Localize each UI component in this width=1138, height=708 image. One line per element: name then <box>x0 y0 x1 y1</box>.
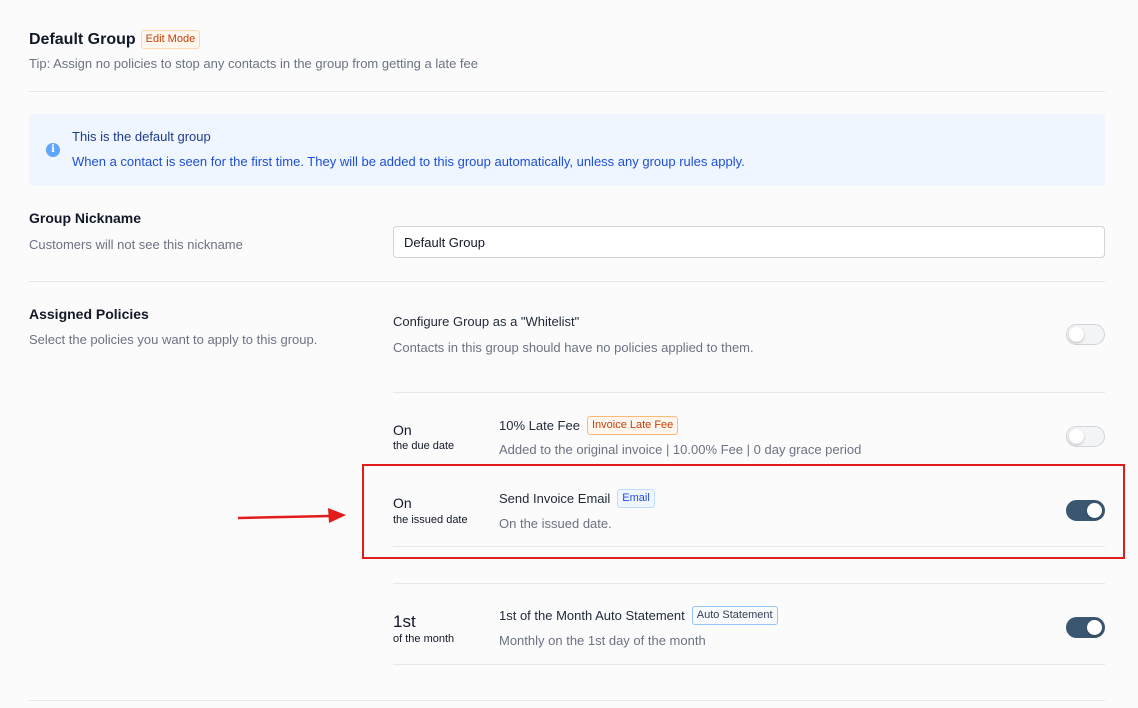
toggle-knob <box>1069 327 1084 342</box>
group-settings-page: Default Group Edit Mode Tip: Assign no p… <box>0 0 1138 708</box>
page-title: Default Group <box>29 30 136 48</box>
page-tip: Tip: Assign no policies to stop any cont… <box>29 56 479 71</box>
policy-description: Added to the original invoice | 10.00% F… <box>499 442 862 457</box>
policy-name: 10% Late Fee <box>499 418 580 433</box>
whitelist-description: Contacts in this group should have no po… <box>393 340 754 355</box>
policy-title-row: 1st of the Month Auto Statement Auto Sta… <box>499 606 778 625</box>
info-text: When a contact is seen for the first tim… <box>72 154 745 169</box>
info-icon: i <box>46 143 60 157</box>
nickname-section-description: Customers will not see this nickname <box>29 237 243 252</box>
default-group-info-banner: i This is the default group When a conta… <box>29 114 1105 186</box>
annotation-highlight-box <box>362 464 1125 559</box>
edit-mode-badge: Edit Mode <box>140 30 201 49</box>
policies-section-title: Assigned Policies <box>29 306 149 322</box>
late-fee-policy-toggle[interactable] <box>1066 426 1105 447</box>
policy-divider <box>393 664 1105 665</box>
group-nickname-input[interactable] <box>393 226 1105 258</box>
policy-timing: On <box>393 422 412 438</box>
nickname-section-title: Group Nickname <box>29 210 142 226</box>
policies-section-description: Select the policies you want to apply to… <box>29 332 318 347</box>
nickname-divider <box>29 281 1105 282</box>
header-divider <box>29 91 1105 92</box>
policy-timing: 1st <box>393 612 416 631</box>
policy-timing-sub: the due date <box>393 440 455 452</box>
toggle-knob <box>1087 620 1102 635</box>
policy-timing-sub: of the month <box>393 633 455 645</box>
whitelist-divider <box>393 392 1105 393</box>
auto-statement-toggle[interactable] <box>1066 617 1105 638</box>
info-title: This is the default group <box>72 129 211 144</box>
annotation-arrow-icon <box>237 508 346 523</box>
policy-title-row: 10% Late Fee Invoice Late Fee <box>499 416 679 435</box>
policy-divider <box>393 583 1105 584</box>
page-header: Default Group Edit Mode Tip: Assign no p… <box>29 30 478 71</box>
policy-type-badge: Auto Statement <box>691 606 778 625</box>
policy-type-badge: Invoice Late Fee <box>586 416 679 435</box>
whitelist-title: Configure Group as a "Whitelist" <box>393 314 580 329</box>
policy-name: 1st of the Month Auto Statement <box>499 608 685 623</box>
policy-description: Monthly on the 1st day of the month <box>499 633 706 648</box>
section-divider <box>29 700 1105 701</box>
toggle-knob <box>1069 429 1084 444</box>
whitelist-toggle[interactable] <box>1066 324 1105 345</box>
